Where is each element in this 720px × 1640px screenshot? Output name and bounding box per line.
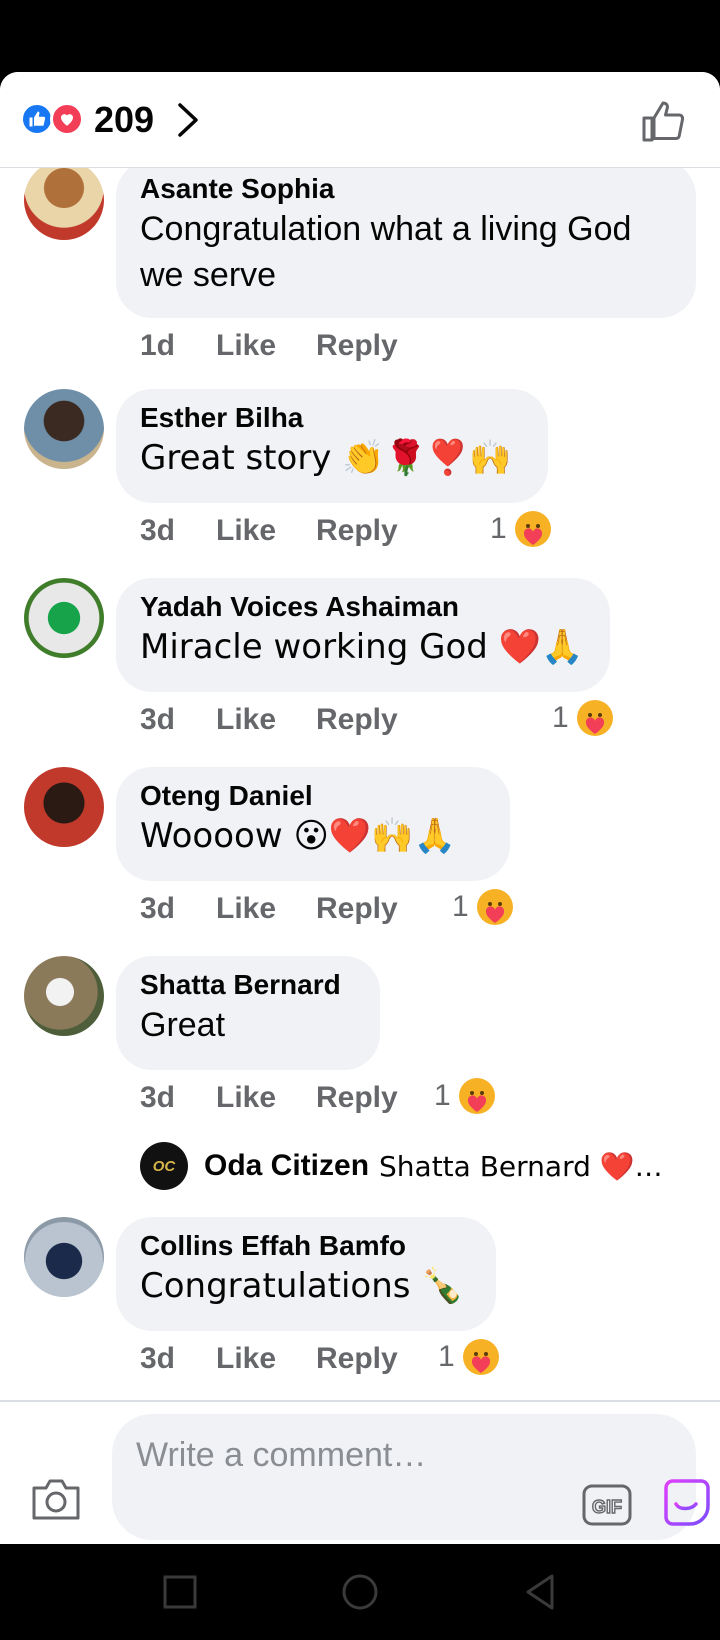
reply-author[interactable]: Oda Citizen	[204, 1149, 369, 1183]
comment-text: Congratulation what a living God we serv…	[140, 210, 632, 294]
reactions-header: 209	[0, 72, 720, 168]
camera-icon[interactable]	[30, 1476, 82, 1522]
comment-actions: 3d Like Reply	[140, 700, 398, 740]
comment-age[interactable]: 3d	[140, 703, 216, 737]
comment-reaction-badge[interactable]: 1	[552, 700, 613, 736]
reply-text: Shatta Bernard ❤️❤️…	[379, 1149, 690, 1183]
avatar[interactable]	[24, 1217, 104, 1297]
gif-icon[interactable]: GIF	[582, 1484, 632, 1526]
like-reaction-icon	[20, 102, 54, 136]
like-button[interactable]: Like	[216, 1081, 316, 1115]
comment-author[interactable]: Collins Effah Bamfo	[140, 1229, 472, 1263]
comment-reaction-count: 1	[490, 512, 507, 545]
comment-bubble[interactable]: Shatta Bernard Great	[116, 956, 380, 1070]
comment-reaction-count: 1	[434, 1079, 451, 1112]
chevron-right-icon[interactable]	[174, 101, 204, 139]
comment-author[interactable]: Esther Bilha	[140, 401, 524, 435]
comment-actions: 3d Like Reply	[140, 1078, 398, 1118]
like-button[interactable]: Like	[216, 329, 316, 363]
comment-reaction-badge[interactable]: 1	[434, 1078, 495, 1114]
reaction-count[interactable]: 209	[94, 99, 154, 141]
comment-reaction-count: 1	[438, 1340, 455, 1373]
care-reaction-icon	[514, 511, 551, 547]
comment-placeholder: Write a comment…	[136, 1436, 427, 1474]
comment-actions: 3d Like Reply	[140, 1339, 398, 1379]
sticker-icon[interactable]	[662, 1478, 712, 1528]
system-navigation-bar	[0, 1544, 720, 1640]
reaction-summary[interactable]	[20, 102, 88, 136]
avatar[interactable]	[24, 578, 104, 658]
comment-reaction-count: 1	[552, 701, 569, 734]
comment-author[interactable]: Oteng Daniel	[140, 779, 486, 813]
comment-text: Miracle working God ❤️🙏	[140, 627, 584, 667]
avatar[interactable]	[24, 389, 104, 469]
like-button[interactable]: Like	[216, 1342, 316, 1376]
care-reaction-icon	[458, 1078, 495, 1114]
comment-bubble[interactable]: Oteng Daniel Woooow 😮❤️🙌🙏	[116, 767, 510, 881]
comment-author[interactable]: Shatta Bernard	[140, 968, 356, 1002]
reply-button[interactable]: Reply	[316, 892, 398, 926]
comment-actions: 3d Like Reply	[140, 889, 398, 929]
comment-bubble[interactable]: Asante Sophia Congratulation what a livi…	[116, 168, 696, 318]
care-reaction-icon	[576, 700, 613, 736]
reply-button[interactable]: Reply	[316, 1342, 398, 1376]
comment-input[interactable]: Write a comment… GIF	[112, 1414, 710, 1540]
comment-actions: 1d Like Reply	[140, 326, 398, 366]
thumbs-up-icon[interactable]	[640, 98, 686, 144]
comment-text: Great	[140, 1006, 226, 1044]
home-icon[interactable]	[340, 1572, 380, 1612]
comment-age[interactable]: 3d	[140, 514, 216, 548]
comment-bubble[interactable]: Esther Bilha Great story 👏🌹❣️🙌	[116, 389, 548, 503]
comments-list: Asante Sophia Congratulation what a livi…	[0, 168, 720, 1400]
reply-avatar[interactable]: OC	[140, 1142, 188, 1190]
like-button[interactable]: Like	[216, 892, 316, 926]
comment-reaction-badge[interactable]: 1	[452, 889, 513, 925]
avatar[interactable]	[24, 168, 104, 240]
care-reaction-icon	[476, 889, 513, 925]
comment-author[interactable]: Yadah Voices Ashaiman	[140, 590, 586, 624]
avatar[interactable]	[24, 956, 104, 1036]
reply-preview[interactable]: OC Oda Citizen Shatta Bernard ❤️❤️…	[140, 1140, 689, 1192]
comment-composer: Write a comment… GIF	[0, 1400, 720, 1544]
reply-button[interactable]: Reply	[316, 329, 398, 363]
comment-reaction-badge[interactable]: 1	[438, 1339, 499, 1375]
like-button[interactable]: Like	[216, 703, 316, 737]
status-bar	[0, 0, 720, 72]
care-reaction-icon	[462, 1339, 499, 1375]
comment-age[interactable]: 1d	[140, 329, 216, 363]
back-icon[interactable]	[520, 1572, 560, 1612]
comment-reaction-badge[interactable]: 1	[490, 511, 551, 547]
comment-reaction-count: 1	[452, 890, 469, 923]
comment-age[interactable]: 3d	[140, 892, 216, 926]
comments-sheet: 209 Asante Sophia Congratulation what a …	[0, 72, 720, 1544]
comment-bubble[interactable]: Collins Effah Bamfo Congratulations 🍾	[116, 1217, 496, 1331]
reply-avatar-initials: OC	[152, 1157, 176, 1175]
comment-age[interactable]: 3d	[140, 1081, 216, 1115]
love-reaction-icon	[50, 102, 84, 136]
like-button[interactable]: Like	[216, 514, 316, 548]
avatar[interactable]	[24, 767, 104, 847]
comment-text: Great story 👏🌹❣️🙌	[140, 438, 512, 478]
reply-button[interactable]: Reply	[316, 1081, 398, 1115]
comment-author[interactable]: Asante Sophia	[140, 172, 672, 206]
reply-button[interactable]: Reply	[316, 703, 398, 737]
gif-label: GIF	[592, 1497, 622, 1517]
recent-apps-icon[interactable]	[160, 1572, 200, 1612]
reply-button[interactable]: Reply	[316, 514, 398, 548]
comment-bubble[interactable]: Yadah Voices Ashaiman Miracle working Go…	[116, 578, 610, 692]
comment-age[interactable]: 3d	[140, 1342, 216, 1376]
comment-text: Woooow 😮❤️🙌🙏	[140, 816, 456, 856]
comment-actions: 3d Like Reply	[140, 511, 398, 551]
comment-text: Congratulations 🍾	[140, 1266, 464, 1306]
